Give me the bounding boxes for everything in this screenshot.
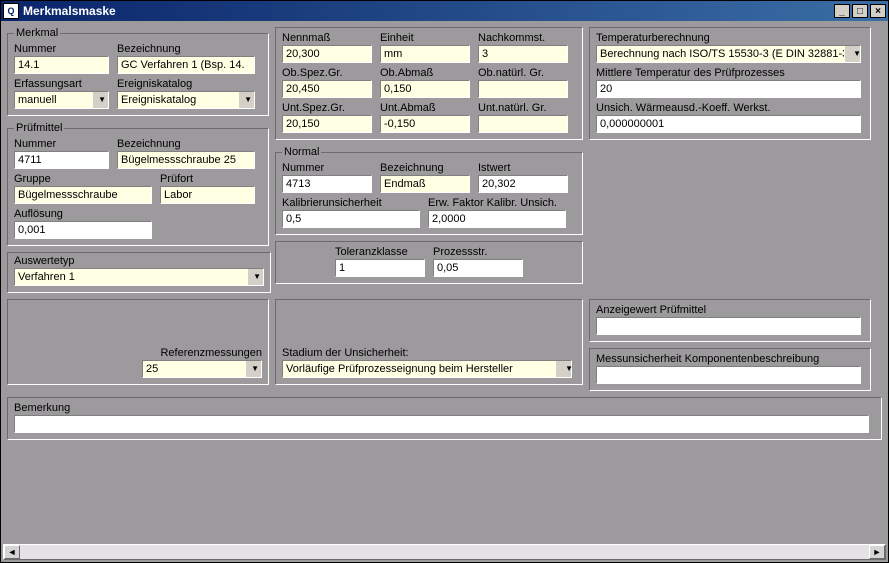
mittlere-label: Mittlere Temperatur des Prüfprozesses [596,67,864,79]
pruefmittel-legend: Prüfmittel [14,122,64,134]
app-icon: Q [3,3,19,19]
pruefort-input[interactable] [160,186,255,204]
toleranzklasse-input[interactable] [335,259,425,277]
normal-nummer-label: Nummer [282,162,372,174]
nachkommst-input[interactable] [478,45,568,63]
anzeigewert-label: Anzeigewert Prüfmittel [596,304,864,316]
kalibr-label: Kalibrierunsicherheit [282,197,420,209]
prozessstr-input[interactable] [433,259,523,277]
content: Merkmal Nummer Bezeichnung Erfassungsart [1,21,888,544]
pruefort-label: Prüfort [160,173,255,185]
merkmal-group: Merkmal Nummer Bezeichnung Erfassungsart [7,27,269,116]
erw-input[interactable] [428,210,566,228]
minimize-button[interactable]: _ [834,4,850,18]
wk-input[interactable] [596,115,861,133]
aufloesung-label: Auflösung [14,208,152,220]
messuns-input[interactable] [596,366,861,384]
horizontal-scrollbar[interactable]: ◄ ► [3,544,886,560]
gruppe-input[interactable] [14,186,152,204]
anzeigewert-group: Anzeigewert Prüfmittel [589,299,871,342]
ereigniskatalog-select[interactable] [117,91,255,109]
auswertetyp-select[interactable] [14,268,264,286]
temp-label: Temperaturberechnung [596,32,864,44]
bemerkung-input[interactable] [14,415,869,433]
messuns-label: Messunsicherheit Komponentenbeschreibung [596,353,864,365]
auswertetyp-label: Auswertetyp [14,255,264,267]
pruefmittel-bezeichnung-input[interactable] [117,151,255,169]
bemerkung-group: Bemerkung [7,397,882,440]
merkmal-bezeichnung-input[interactable] [117,56,255,74]
normal-nummer-input[interactable] [282,175,372,193]
nennmass-input[interactable] [282,45,372,63]
close-button[interactable]: × [870,4,886,18]
normal-legend: Normal [282,146,321,158]
obnat-label: Ob.natürl. Gr. [478,67,568,79]
obabmass-input[interactable] [380,80,470,98]
untnat-label: Unt.natürl. Gr. [478,102,568,114]
window-title: Merkmalsmaske [23,4,834,18]
einheit-label: Einheit [380,32,470,44]
istwert-input[interactable] [478,175,568,193]
untabmass-input[interactable] [380,115,470,133]
scroll-right-icon[interactable]: ► [869,545,885,559]
toleranzklasse-label: Toleranzklasse [335,246,425,258]
ref-group: Referenzmessungen [7,299,269,385]
istwert-label: Istwert [478,162,568,174]
untspez-input[interactable] [282,115,372,133]
obabmass-label: Ob.Abmaß [380,67,470,79]
stadium-group: Stadium der Unsicherheit: [275,299,583,385]
obspez-input[interactable] [282,80,372,98]
einheit-input[interactable] [380,45,470,63]
temp-select[interactable] [596,45,861,63]
pruefmittel-group: Prüfmittel Nummer Bezeichnung Gruppe [7,122,269,246]
stadium-label: Stadium der Unsicherheit: [282,347,576,359]
wk-label: Unsich. Wärmeausd.-Koeff. Werkst. [596,102,864,114]
normal-bezeichnung-label: Bezeichnung [380,162,470,174]
auswertetyp-group: Auswertetyp [7,252,271,293]
erfassungsart-select[interactable] [14,91,109,109]
merkmal-legend: Merkmal [14,27,60,39]
mittlere-input[interactable] [596,80,861,98]
stadium-select[interactable] [282,360,572,378]
merkmal-nummer-input[interactable] [14,56,109,74]
gruppe-label: Gruppe [14,173,152,185]
untnat-input[interactable] [478,115,568,133]
prozessstr-label: Prozessstr. [433,246,523,258]
merkmal-nummer-label: Nummer [14,43,109,55]
pruefmittel-nummer-input[interactable] [14,151,109,169]
nachkommst-label: Nachkommst. [478,32,568,44]
obspez-label: Ob.Spez.Gr. [282,67,372,79]
ereigniskatalog-label: Ereigniskatalog [117,78,255,90]
ref-label: Referenzmessungen [160,347,262,359]
specs-group: Nennmaß Einheit Nachkommst. Ob.Spez.Gr. … [275,27,583,140]
normal-group: Normal Nummer Bezeichnung Istwert Kalibr… [275,146,583,235]
temp-group: Temperaturberechnung Mittlere Temperatur… [589,27,871,140]
window: Q Merkmalsmaske _ □ × Merkmal Nummer [0,0,889,563]
scroll-left-icon[interactable]: ◄ [4,545,20,559]
ref-select[interactable] [142,360,262,378]
titlebar: Q Merkmalsmaske _ □ × [1,1,888,21]
pruefmittel-nummer-label: Nummer [14,138,109,150]
aufloesung-input[interactable] [14,221,152,239]
toleranz-group: Toleranzklasse Prozessstr. [275,241,583,284]
erfassungsart-label: Erfassungsart [14,78,109,90]
erw-label: Erw. Faktor Kalibr. Unsich. [428,197,566,209]
bemerkung-label: Bemerkung [14,402,875,414]
nennmass-label: Nennmaß [282,32,372,44]
untspez-label: Unt.Spez.Gr. [282,102,372,114]
kalibr-input[interactable] [282,210,420,228]
obnat-input[interactable] [478,80,568,98]
window-buttons: _ □ × [834,4,886,18]
maximize-button[interactable]: □ [852,4,868,18]
untabmass-label: Unt.Abmaß [380,102,470,114]
pruefmittel-bezeichnung-label: Bezeichnung [117,138,255,150]
normal-bezeichnung-input[interactable] [380,175,470,193]
merkmal-bezeichnung-label: Bezeichnung [117,43,255,55]
anzeigewert-input[interactable] [596,317,861,335]
messuns-group: Messunsicherheit Komponentenbeschreibung [589,348,871,391]
